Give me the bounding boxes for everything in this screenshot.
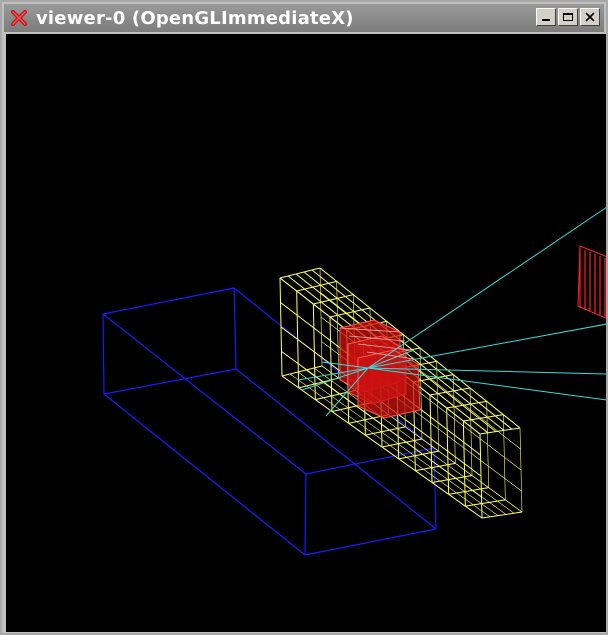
calorimeter-grid-line <box>465 499 506 507</box>
minimize-icon <box>542 19 550 21</box>
detector-box-edge <box>304 528 437 556</box>
calorimeter-grid-line <box>431 475 473 483</box>
maximize-icon <box>563 13 573 21</box>
viewer-window: viewer-0 (OpenGLImmediateX) <box>0 0 608 635</box>
detector-box-edge <box>102 287 235 315</box>
far-detector-outline <box>577 245 606 319</box>
detector-box-edge <box>103 393 306 556</box>
window-title: viewer-0 (OpenGLImmediateX) <box>36 7 354 29</box>
calorimeter-grid-line <box>481 511 523 519</box>
particle-track <box>367 207 606 369</box>
calorimeter-grid-line <box>296 280 337 292</box>
calorimeter-grid-line <box>448 487 489 495</box>
detector-box-edge <box>304 473 307 556</box>
calorimeter-grid-line <box>398 450 439 460</box>
detector-box-edge <box>103 368 237 395</box>
calorimeter-grid-line <box>419 347 423 440</box>
maximize-button[interactable] <box>558 8 578 26</box>
calorimeter-grid-line <box>519 427 523 513</box>
calorimeter-grid-line <box>415 462 456 472</box>
title-bar[interactable]: viewer-0 (OpenGLImmediateX) <box>4 4 604 32</box>
calorimeter-grid-line <box>279 267 321 279</box>
detector-box-edge <box>433 447 437 530</box>
calorimeter-grid-line <box>486 401 489 488</box>
calorimeter-grid-line <box>453 374 456 464</box>
detector-scene <box>102 207 606 556</box>
opengl-viewport[interactable] <box>6 34 606 632</box>
calorimeter-grid-line <box>381 438 423 448</box>
detector-box-edge <box>102 313 307 475</box>
window-controls <box>536 8 600 26</box>
x-app-icon <box>10 9 28 27</box>
calorimeter-grid-line <box>281 365 323 377</box>
calorimeter-grid-line <box>503 414 506 500</box>
detector-box-edge <box>233 287 237 370</box>
calorimeter-grid-line <box>469 387 473 476</box>
minimize-button[interactable] <box>536 8 556 26</box>
close-button[interactable] <box>580 8 600 26</box>
calorimeter-grid-line <box>436 361 439 452</box>
close-icon <box>585 12 595 22</box>
calorimeter-grid-line <box>319 267 323 367</box>
calorimeter-grid-line <box>365 426 406 436</box>
detector-box-edge <box>102 313 105 395</box>
